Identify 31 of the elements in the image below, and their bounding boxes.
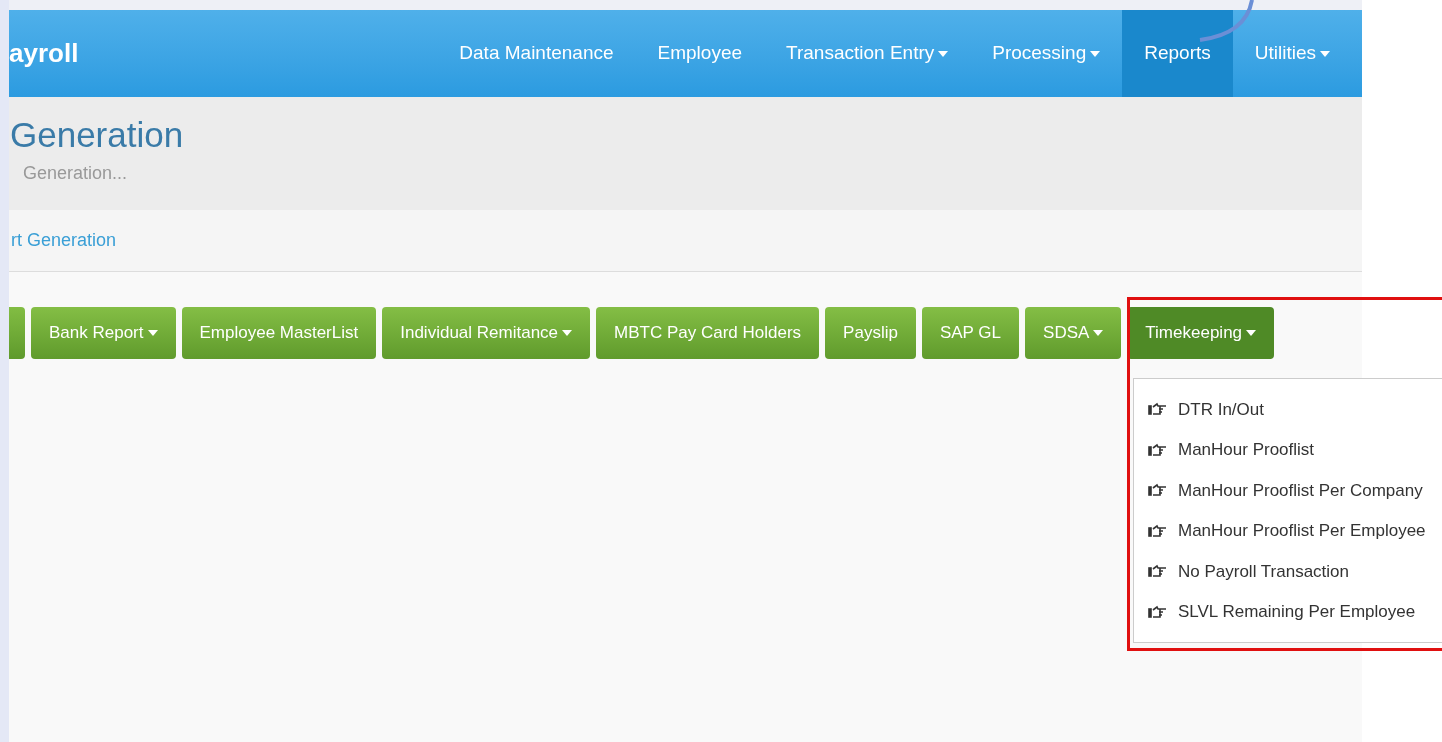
menu-item[interactable]: SLVL Remaining Per Employee: [1134, 591, 1442, 632]
report-button[interactable]: MBTC Pay Card Holders: [596, 307, 820, 359]
nav-item[interactable]: Processing: [970, 10, 1123, 97]
brand-title[interactable]: ayroll: [9, 34, 79, 73]
nav-item[interactable]: Utilities: [1232, 10, 1352, 97]
pointing-hand-icon: [1148, 564, 1168, 579]
report-button[interactable]: [9, 307, 25, 359]
report-button[interactable]: Employee MasterList: [181, 307, 377, 359]
menu-item[interactable]: ManHour Prooflist: [1134, 429, 1442, 470]
menu-item[interactable]: DTR In/Out: [1134, 389, 1442, 430]
nav-item[interactable]: Reports: [1122, 10, 1233, 97]
menu-item[interactable]: ManHour Prooflist Per Company: [1134, 470, 1442, 511]
pointing-hand-icon: [1148, 523, 1168, 538]
page-title: Generation: [10, 117, 185, 152]
pointing-hand-icon: [1148, 402, 1168, 417]
breadcrumb-link[interactable]: rt Generation: [11, 227, 117, 254]
menu-item[interactable]: ManHour Prooflist Per Employee: [1134, 510, 1442, 551]
report-button[interactable]: Bank Report: [31, 307, 176, 359]
report-button[interactable]: SDSA: [1025, 307, 1122, 359]
report-button[interactable]: Individual Remitance: [382, 307, 591, 359]
report-button[interactable]: Timekeeping: [1127, 307, 1275, 359]
report-button[interactable]: SAP GL: [921, 307, 1020, 359]
nav-item[interactable]: Transaction Entry: [764, 10, 971, 97]
menu-item[interactable]: No Payroll Transaction: [1134, 551, 1442, 592]
pointing-hand-icon: [1148, 604, 1168, 619]
page-subtitle: Generation...: [23, 162, 129, 185]
nav-item[interactable]: Data Maintenance: [437, 10, 636, 97]
report-button[interactable]: Payslip: [825, 307, 916, 359]
nav-item[interactable]: Employee: [635, 10, 765, 97]
pointing-hand-icon: [1148, 442, 1168, 457]
pointing-hand-icon: [1148, 483, 1168, 498]
